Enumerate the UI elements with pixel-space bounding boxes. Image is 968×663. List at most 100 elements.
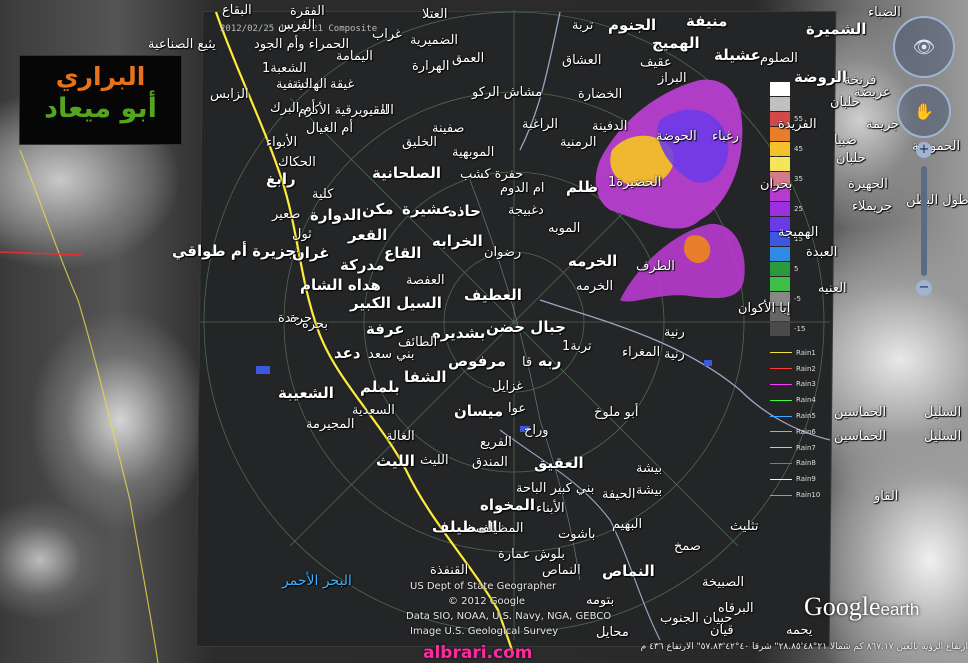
place-label: القعر xyxy=(348,226,388,244)
place-label: الحهيرة xyxy=(848,177,888,192)
legend-swatch xyxy=(770,202,790,216)
watermark: albrari.com xyxy=(423,643,533,663)
place-label: الحمراء وأم الجود xyxy=(254,37,350,52)
place-label: غزايل xyxy=(492,379,524,394)
place-label: الخماسين xyxy=(834,429,887,444)
rain-key-row: Rain7 xyxy=(770,440,820,456)
place-label: بيشة xyxy=(636,461,663,476)
place-label: وراح xyxy=(524,423,549,438)
rain-key-line xyxy=(770,447,792,449)
place-label: الزابس xyxy=(210,87,249,102)
place-label: الخليق xyxy=(402,135,438,150)
place-label: العشاق xyxy=(562,53,602,68)
place-label: الروضة xyxy=(794,68,848,86)
ge-logo-word1: Google xyxy=(804,592,881,621)
place-label: عشيرة xyxy=(402,200,452,218)
echo-small-1 xyxy=(256,366,270,374)
place-label: القاع xyxy=(384,244,422,262)
brand-logo: البراري أبو ميعاد xyxy=(19,55,182,145)
place-label: الأبواء xyxy=(266,135,298,150)
legend-swatch xyxy=(770,262,790,276)
google-earth-logo: Googleearth xyxy=(804,592,919,622)
rain-key-label: Rain8 xyxy=(796,459,816,468)
look-control[interactable]: 👁 xyxy=(893,16,955,78)
place-label: بني كبير الباحة xyxy=(516,481,595,496)
place-label: الرمنية xyxy=(560,135,597,150)
place-label: بحران xyxy=(760,177,793,192)
place-label: دغبيجة xyxy=(508,203,544,218)
zoom-in-button[interactable]: + xyxy=(916,142,932,158)
place-label: تثليث xyxy=(730,519,759,534)
place-label: القنفذة xyxy=(430,563,469,578)
legend-swatch xyxy=(770,157,790,171)
place-label: المظيلف xyxy=(476,521,524,536)
place-label: كلية xyxy=(312,187,334,202)
rain-key-row: Rain2 xyxy=(770,361,820,377)
place-label: الحيفة xyxy=(602,487,636,502)
place-label: رضوان xyxy=(484,245,522,260)
place-label: هداه الشام xyxy=(300,276,381,294)
place-label: بشديره xyxy=(432,324,486,342)
rain-key-row: Rain9 xyxy=(770,471,820,487)
border-red xyxy=(0,251,83,256)
legend-value: 5 xyxy=(794,265,799,273)
rain-key-line xyxy=(770,462,792,464)
rain-key-line xyxy=(770,415,792,417)
place-label: ضبيا xyxy=(834,133,857,148)
place-label: العتلا xyxy=(422,7,448,22)
status-bar: ارتفاع الرؤية بالعين ٨٦٧.١٧ كم شمالا ٢١°… xyxy=(640,642,968,652)
navigation-controls: 👁 ✋ + − xyxy=(886,16,962,300)
place-label: الموبهية xyxy=(452,145,495,160)
place-label: رابغ xyxy=(266,170,296,188)
rain-key-legend: Rain1 Rain2 Rain3 Rain4 Rain5 Rain6 Rain7 Rain8… xyxy=(770,345,820,503)
rain-key-label: Rain9 xyxy=(796,475,816,484)
place-label: تربة xyxy=(572,18,594,33)
place-label: العمق xyxy=(452,51,485,66)
place-label: الحوضة xyxy=(656,129,697,144)
coastline-west xyxy=(19,149,159,663)
eye-icon: 👁 xyxy=(912,36,936,58)
place-label: الحضيرة1 xyxy=(608,175,662,190)
place-label: تربة1 xyxy=(562,339,592,354)
rain-key-row: Rain3 xyxy=(770,377,820,393)
place-label: غيقة xyxy=(330,77,355,92)
place-label: الدوارة xyxy=(310,206,362,224)
place-label: حرة xyxy=(290,311,313,326)
legend-value: -5 xyxy=(794,295,801,303)
place-label: العطيف xyxy=(464,286,522,304)
place-label: مرفوص xyxy=(448,352,507,370)
place-label: بتومه xyxy=(586,593,615,608)
place-label: الخضارة xyxy=(578,87,623,102)
credit-line-1: US Dept of State Geographer xyxy=(410,581,557,592)
place-label: الليث xyxy=(376,452,415,470)
place-label: ربه xyxy=(538,352,562,370)
place-label: الخماسين xyxy=(834,405,887,420)
place-label: البهيم xyxy=(612,517,643,532)
place-label: الأبناء xyxy=(536,501,565,516)
place-label: الشميرة xyxy=(806,20,867,38)
place-label: ظلم xyxy=(566,178,599,196)
place-label: إبا الأكوان xyxy=(738,301,791,316)
move-control[interactable]: ✋ xyxy=(897,84,951,138)
place-label: صعير xyxy=(272,207,301,222)
rain-key-row: Rain5 xyxy=(770,408,820,424)
zoom-slider[interactable] xyxy=(921,166,927,276)
place-label: عقيف xyxy=(640,55,672,70)
place-label: قيان xyxy=(710,623,734,638)
rain-key-label: Rain5 xyxy=(796,412,816,421)
rain-key-line xyxy=(770,352,792,354)
legend-swatch xyxy=(770,97,790,111)
place-label: حفرة كشب xyxy=(460,167,524,182)
place-label: المندق xyxy=(472,455,508,470)
place-label: النماص xyxy=(602,562,655,580)
place-label: بلوش عمارة xyxy=(498,547,565,562)
place-label: بيشة xyxy=(636,483,663,498)
place-label: البقاع xyxy=(222,3,252,18)
place-label: رغباء xyxy=(712,129,740,144)
place-label: البحر الأحمر xyxy=(282,573,352,589)
place-label: النماص xyxy=(542,563,581,578)
place-label: الجنوم xyxy=(608,16,657,34)
zoom-out-button[interactable]: − xyxy=(916,280,932,296)
place-label: الصبيخة xyxy=(702,575,745,590)
place-label: الصلوم xyxy=(760,51,798,66)
